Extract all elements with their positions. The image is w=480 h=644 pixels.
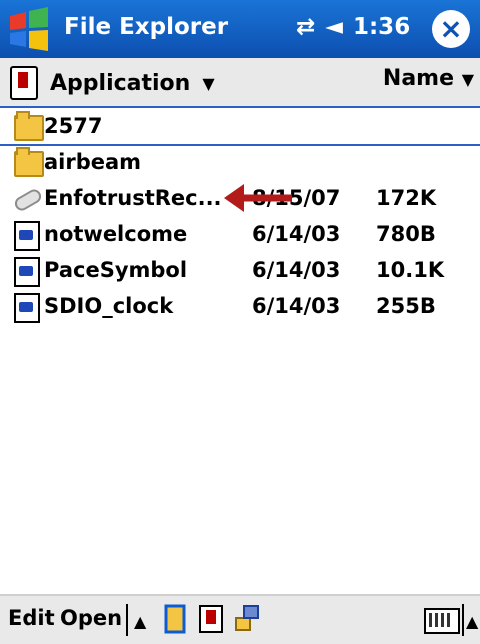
storage-card-icon[interactable] <box>162 604 188 634</box>
file-date: 6/14/03 <box>252 258 341 282</box>
device-memory-icon[interactable] <box>198 604 224 634</box>
folder-label: Application <box>50 70 191 96</box>
divider <box>462 604 464 636</box>
menu-up-arrow-icon[interactable]: ▲ <box>134 612 146 631</box>
file-name: notwelcome <box>44 222 188 246</box>
edit-menu[interactable]: Edit <box>8 606 55 630</box>
chevron-down-icon: ▼ <box>461 70 474 89</box>
file-size: 255B <box>376 294 436 318</box>
file-size: 780B <box>376 222 436 246</box>
file-size: 10.1K <box>376 258 445 282</box>
input-up-arrow-icon[interactable]: ▲ <box>466 612 478 631</box>
file-list: 2577 airbeam EnfotrustRec... 8/15/07 172… <box>0 106 480 324</box>
list-item[interactable]: notwelcome 6/14/03 780B <box>0 216 480 252</box>
file-name: 2577 <box>44 114 103 138</box>
sort-label: Name <box>382 66 455 91</box>
file-name: EnfotrustRec... <box>44 186 222 210</box>
file-size: 172K <box>376 186 437 210</box>
device-icon <box>10 66 38 100</box>
file-name: airbeam <box>44 150 142 174</box>
shortcut-icon <box>14 187 40 209</box>
windows-start-icon[interactable] <box>6 6 52 52</box>
status-area[interactable]: ⇄ ◄ 1:36 <box>296 14 410 40</box>
list-item[interactable]: PaceSymbol 6/14/03 10.1K <box>0 252 480 288</box>
file-name: PaceSymbol <box>44 258 188 282</box>
file-icon <box>14 221 40 251</box>
connectivity-icon[interactable]: ⇄ <box>296 14 315 40</box>
clock-text[interactable]: 1:36 <box>353 14 410 40</box>
folder-dropdown[interactable]: Application ▼ <box>10 66 215 100</box>
keyboard-icon[interactable] <box>424 608 460 634</box>
folder-icon <box>14 147 44 177</box>
list-item[interactable]: airbeam <box>0 144 480 180</box>
title-bar: File Explorer ⇄ ◄ 1:36 × <box>0 0 480 58</box>
chevron-down-icon: ▼ <box>202 73 215 93</box>
file-name: SDIO_clock <box>44 294 174 318</box>
folder-icon <box>14 111 44 141</box>
list-item[interactable]: SDIO_clock 6/14/03 255B <box>0 288 480 324</box>
file-date: 6/14/03 <box>252 294 341 318</box>
network-folder-icon[interactable] <box>234 604 260 634</box>
file-icon <box>14 257 40 287</box>
speaker-icon[interactable]: ◄ <box>325 14 343 40</box>
file-date: 6/14/03 <box>252 222 341 246</box>
app-title: File Explorer <box>64 14 229 40</box>
open-menu[interactable]: Open <box>60 606 122 630</box>
divider <box>126 604 128 636</box>
red-arrow-annotation <box>224 184 292 212</box>
bottom-toolbar: Edit Open ▲ ▲ <box>0 594 480 644</box>
file-icon <box>14 293 40 323</box>
close-icon[interactable]: × <box>432 10 470 48</box>
list-item[interactable]: 2577 <box>0 106 480 146</box>
sort-dropdown[interactable]: Name ▼ <box>383 66 474 91</box>
folder-header-bar: Application ▼ Name ▼ <box>0 58 480 108</box>
